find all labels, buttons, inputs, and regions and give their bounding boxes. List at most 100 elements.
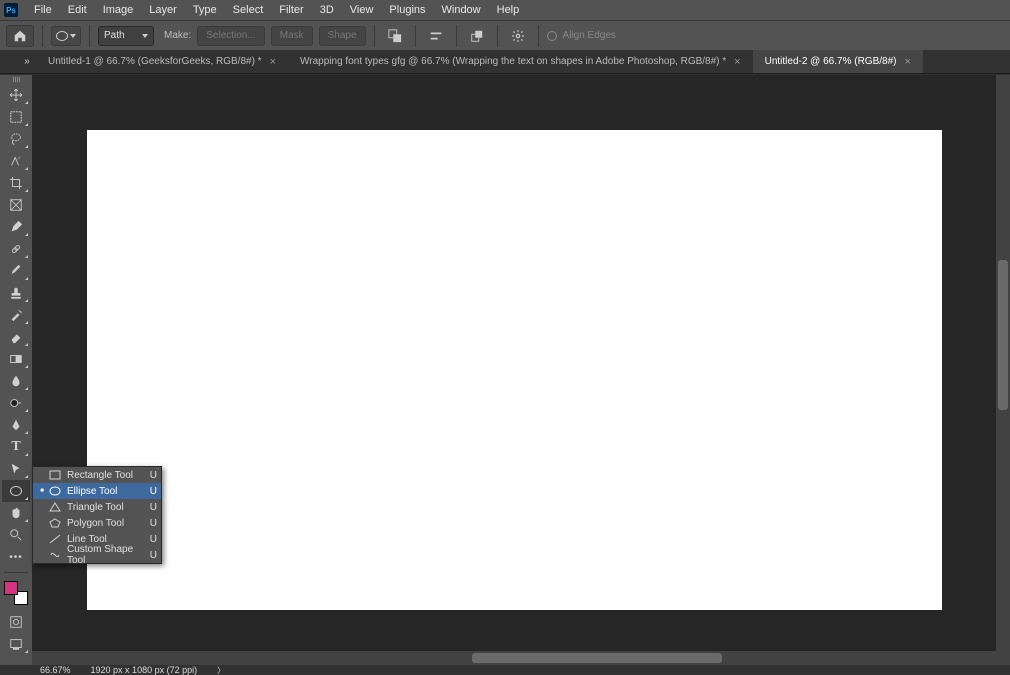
path-select-tool[interactable] [2,458,30,480]
flyout-key: U [147,518,157,529]
screen-mode-toggle[interactable] [2,633,30,655]
frame-tool[interactable] [2,194,30,216]
tool-mode-select[interactable]: Path [98,26,154,46]
doc-tab-title: Untitled-1 @ 66.7% (GeeksforGeeks, RGB/8… [48,56,262,67]
gear-button[interactable] [506,26,530,46]
type-tool[interactable]: T [2,436,30,458]
close-icon[interactable]: × [734,56,740,68]
scrollbar-vertical[interactable] [996,75,1010,665]
doc-tab-title: Untitled-2 @ 66.7% (RGB/8#) [765,56,897,67]
flyout-key: U [147,534,157,545]
menu-plugins[interactable]: Plugins [381,4,433,16]
canvas-viewport[interactable] [32,75,1010,665]
chevron-down-icon [142,34,148,38]
menu-edit[interactable]: Edit [60,4,95,16]
blur-tool[interactable] [2,370,30,392]
shape-tool[interactable] [2,480,30,502]
path-align-button[interactable] [424,26,448,46]
shape-preset-picker[interactable] [51,26,81,46]
menu-file[interactable]: File [26,4,60,16]
make-shape-button[interactable]: Shape [319,26,366,46]
tab-scroll-icon[interactable]: » [18,50,36,73]
gradient-tool[interactable] [2,348,30,370]
flyout-triangle[interactable]: Triangle Tool U [33,499,161,515]
rectangle-icon [47,470,63,480]
tools-panel: T ••• [0,75,32,665]
chevron-down-icon [70,34,76,38]
doc-dimensions: 1920 px x 1080 px (72 ppi) [91,665,198,675]
eraser-tool[interactable] [2,326,30,348]
doc-tab-title: Wrapping font types gfg @ 66.7% (Wrappin… [300,56,726,67]
healing-tool[interactable] [2,238,30,260]
line-icon [47,534,63,544]
flyout-label: Custom Shape Tool [63,544,147,566]
make-mask-button[interactable]: Mask [271,26,313,46]
menu-view[interactable]: View [342,4,382,16]
lasso-tool[interactable] [2,128,30,150]
home-button[interactable] [6,25,34,47]
eyedropper-tool[interactable] [2,216,30,238]
flyout-rectangle[interactable]: Rectangle Tool U [33,467,161,483]
flyout-polygon[interactable]: Polygon Tool U [33,515,161,531]
flyout-label: Line Tool [63,534,147,545]
flyout-label: Polygon Tool [63,518,147,529]
hand-tool[interactable] [2,502,30,524]
doc-tab-3[interactable]: Untitled-2 @ 66.7% (RGB/8#) × [753,50,923,73]
marquee-tool[interactable] [2,106,30,128]
shape-tool-flyout: Rectangle Tool U ■ Ellipse Tool U Triang… [32,466,162,564]
menu-select[interactable]: Select [225,4,272,16]
move-tool[interactable] [2,84,30,106]
quick-select-tool[interactable] [2,150,30,172]
flyout-custom-shape[interactable]: Custom Shape Tool U [33,547,161,563]
scrollbar-horizontal[interactable] [32,651,996,665]
scrollbar-thumb[interactable] [998,260,1008,410]
stamp-tool[interactable] [2,282,30,304]
scrollbar-thumb[interactable] [472,653,722,663]
path-arrange-button[interactable] [465,26,489,46]
color-swatches[interactable] [4,581,28,605]
close-icon[interactable]: × [904,56,910,68]
ellipse-icon [56,31,68,41]
menu-help[interactable]: Help [489,4,528,16]
make-selection-button[interactable]: Selection... [197,26,264,46]
document-canvas[interactable] [87,130,942,610]
align-edges-label: Align Edges [563,30,616,41]
options-bar: Path Make: Selection... Mask Shape Align… [0,20,1010,50]
menu-bar: Ps File Edit Image Layer Type Select Fil… [0,0,1010,20]
triangle-icon [47,502,63,512]
zoom-level[interactable]: 66.67% [40,665,71,675]
menu-window[interactable]: Window [434,4,489,16]
more-tools[interactable]: ••• [2,546,30,568]
menu-image[interactable]: Image [95,4,142,16]
grip-icon[interactable] [7,77,25,82]
flyout-key: U [147,502,157,513]
doc-tab-2[interactable]: Wrapping font types gfg @ 66.7% (Wrappin… [288,50,753,73]
menu-layer[interactable]: Layer [141,4,185,16]
flyout-key: U [147,550,157,561]
menu-type[interactable]: Type [185,4,225,16]
align-edges-radio[interactable] [547,31,557,41]
zoom-tool[interactable] [2,524,30,546]
tool-mode-value: Path [104,30,125,41]
pen-tool[interactable] [2,414,30,436]
flyout-ellipse[interactable]: ■ Ellipse Tool U [33,483,161,499]
custom-shape-icon [47,550,63,560]
foreground-color-swatch[interactable] [4,581,18,595]
document-tabs-bar: » Untitled-1 @ 66.7% (GeeksforGeeks, RGB… [0,50,1010,74]
flyout-label: Ellipse Tool [63,486,147,497]
dodge-tool[interactable] [2,392,30,414]
quick-mask-toggle[interactable] [2,611,30,633]
polygon-icon [47,518,63,528]
menu-filter[interactable]: Filter [271,4,311,16]
make-label: Make: [164,30,191,41]
app-icon: Ps [4,3,18,17]
menu-3d[interactable]: 3D [312,4,342,16]
path-ops-button[interactable] [383,26,407,46]
ellipse-icon [10,486,22,496]
history-brush-tool[interactable] [2,304,30,326]
ellipse-icon [47,486,63,496]
crop-tool[interactable] [2,172,30,194]
brush-tool[interactable] [2,260,30,282]
doc-tab-1[interactable]: Untitled-1 @ 66.7% (GeeksforGeeks, RGB/8… [36,50,288,73]
close-icon[interactable]: × [270,56,276,68]
